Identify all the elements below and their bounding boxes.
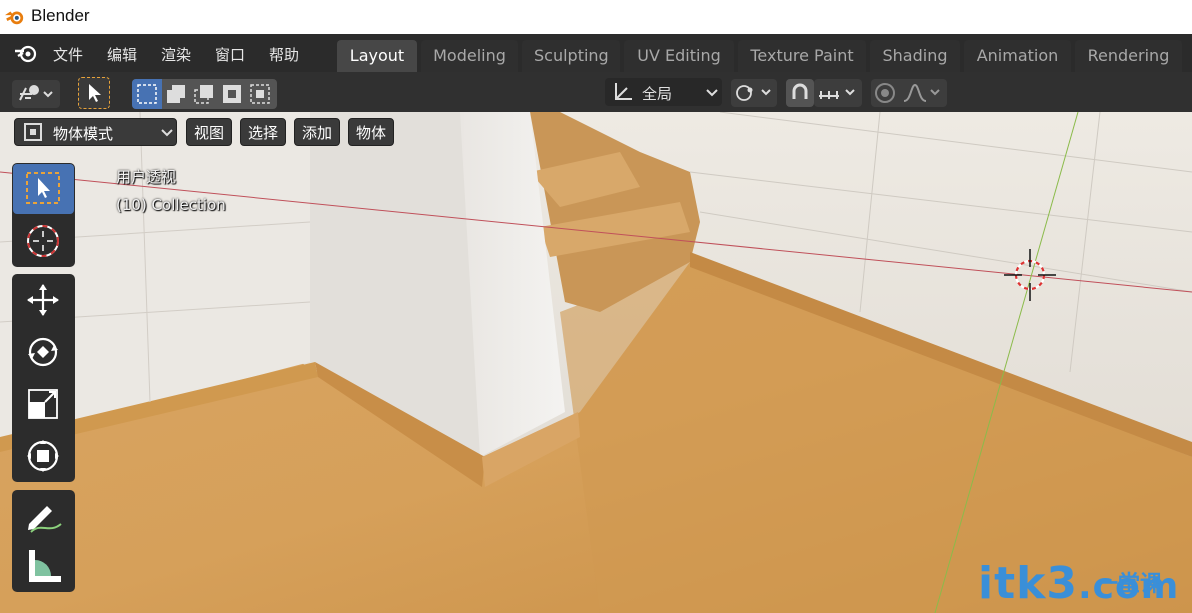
tab-modeling[interactable]: Modeling: [421, 40, 518, 72]
menu-select[interactable]: 选择: [240, 118, 287, 146]
blender-menu-logo-icon[interactable]: [14, 43, 38, 63]
editor-type-button[interactable]: [12, 80, 60, 108]
magnet-icon: [792, 83, 808, 99]
window-titlebar: Blender: [0, 0, 1192, 34]
blender-logo-icon: [5, 11, 24, 25]
view-name-label: 用户透视: [116, 168, 177, 186]
snap-toggle[interactable]: [786, 79, 814, 107]
select-extend-icon[interactable]: [165, 83, 187, 105]
rotate-icon: [28, 337, 58, 367]
transform-orientation-dropdown[interactable]: 全局: [605, 78, 722, 106]
menu-file[interactable]: 文件: [53, 44, 83, 65]
chevron-down-icon: [706, 89, 718, 97]
falloff-curve-icon: [903, 83, 940, 102]
tool-cursor[interactable]: [13, 216, 74, 266]
tool-measure[interactable]: [13, 541, 74, 591]
tab-animation[interactable]: Animation: [964, 40, 1071, 72]
menu-window[interactable]: 窗口: [215, 44, 245, 65]
tool-group-select: [12, 163, 75, 267]
tool-rotate[interactable]: [13, 327, 74, 377]
select-new-button[interactable]: [132, 79, 162, 109]
annotate-pencil-icon: [28, 506, 62, 533]
3d-cursor-tool-icon: [27, 225, 59, 257]
tool-scale[interactable]: [13, 379, 74, 429]
object-mode-label: 物体模式: [53, 125, 114, 143]
measure-ruler-icon: [29, 550, 61, 582]
menu-edit[interactable]: 编辑: [107, 44, 137, 65]
tab-sculpting[interactable]: Sculpting: [522, 40, 620, 72]
orientation-label: 全局: [642, 85, 673, 103]
scale-icon: [28, 389, 58, 419]
proportional-editing-group[interactable]: [871, 79, 947, 107]
3d-viewport[interactable]: itk3.com 一堂课: [0, 112, 1192, 613]
chevron-down-icon: [161, 129, 173, 137]
object-mode-icon: [24, 123, 42, 141]
snap-target-dropdown[interactable]: [814, 79, 862, 107]
select-new-icon: [137, 84, 157, 104]
pivot-icon: [736, 85, 771, 101]
move-icon: [27, 284, 59, 316]
select-box-icon: [26, 172, 60, 204]
select-intersect-icon[interactable]: [249, 83, 271, 105]
select-mode-button[interactable]: [78, 77, 110, 109]
menu-add[interactable]: 添加: [294, 118, 341, 146]
snap-increment-icon: [819, 89, 855, 99]
tab-texture-paint[interactable]: Texture Paint: [738, 40, 866, 72]
tab-rendering[interactable]: Rendering: [1075, 40, 1182, 72]
window-title: Blender: [31, 6, 90, 25]
object-mode-dropdown[interactable]: 物体模式: [14, 118, 177, 146]
menu-object[interactable]: 物体: [348, 118, 395, 146]
menu-render[interactable]: 渲染: [161, 44, 191, 65]
tool-group-annotate: [12, 490, 75, 592]
tool-move[interactable]: [13, 275, 74, 325]
pivot-point-button[interactable]: [731, 79, 777, 107]
watermark-cn: 一堂课: [1096, 572, 1163, 597]
collection-label: (10) Collection: [116, 196, 226, 214]
select-subtract-icon[interactable]: [193, 83, 215, 105]
menu-view[interactable]: 视图: [186, 118, 233, 146]
tool-group-transform: [12, 274, 75, 482]
orientation-axis-icon: [615, 83, 632, 100]
cursor-arrow-icon: [89, 84, 101, 102]
menu-help[interactable]: 帮助: [269, 44, 299, 65]
tab-uv-editing[interactable]: UV Editing: [624, 40, 734, 72]
transform-icon: [27, 440, 59, 472]
3d-cursor-icon[interactable]: [1000, 245, 1060, 305]
tool-transform[interactable]: [13, 431, 74, 481]
tool-annotate[interactable]: [13, 491, 74, 541]
tool-select-box[interactable]: [13, 164, 74, 214]
tab-layout[interactable]: Layout: [337, 40, 417, 72]
selection-mode-group: [132, 79, 277, 109]
viewport-scene: [0, 112, 1192, 613]
proportional-edit-icon: [875, 83, 895, 103]
select-invert-icon[interactable]: [221, 83, 243, 105]
tab-shading[interactable]: Shading: [870, 40, 960, 72]
editor-type-icon: [19, 85, 53, 101]
